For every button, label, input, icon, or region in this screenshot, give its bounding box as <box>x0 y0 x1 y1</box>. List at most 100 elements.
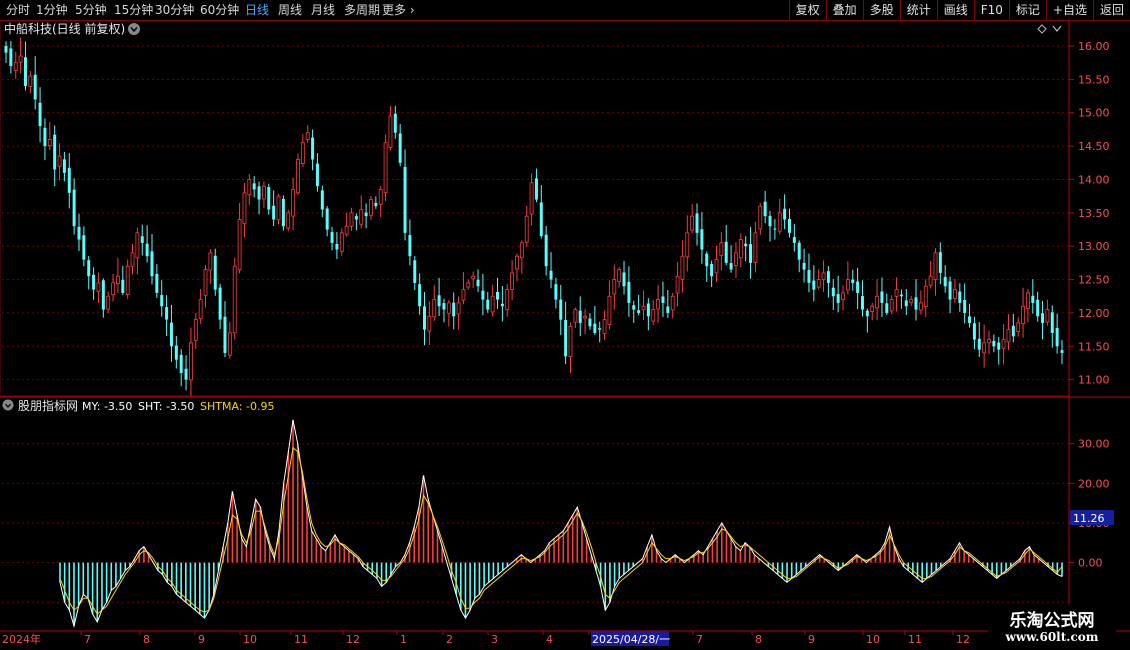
date-axis-label: 2 <box>446 633 453 646</box>
candle-body <box>446 302 451 314</box>
price-axis-label: 14.00 <box>1078 173 1110 186</box>
tab-7[interactable]: 周线 <box>278 2 302 18</box>
tab-5[interactable]: 60分钟 <box>200 2 239 18</box>
candle-body <box>564 320 568 357</box>
tab-9[interactable]: 多周期 <box>344 2 380 18</box>
toolbar-button-0[interactable]: 复权 <box>788 0 826 20</box>
toolbar-button-6[interactable]: 标记 <box>1008 0 1046 20</box>
candle-body <box>860 296 864 310</box>
candle-body <box>320 190 324 210</box>
candle-body <box>315 163 319 187</box>
candle-body <box>987 339 991 344</box>
chart-area[interactable]: 16.00 15.50 15.00 14.50 14.00 13.50 13.00 12.50… <box>0 21 1130 650</box>
candle-body <box>130 252 135 267</box>
candle-body <box>374 202 378 207</box>
candle-body <box>627 281 631 303</box>
candle-body <box>38 102 42 127</box>
candle-body <box>923 285 928 307</box>
candle-body <box>461 289 466 301</box>
candle-body <box>300 142 305 165</box>
candle-body <box>442 303 446 310</box>
toolbar-button-1[interactable]: 叠加 <box>825 0 863 20</box>
right-toolbar-buttons: 复权 叠加 多股 统计 画线 F10 标记 +自选 返回 <box>788 0 1130 20</box>
toolbar-button-7[interactable]: +自选 <box>1045 0 1093 20</box>
candle-body <box>150 251 154 277</box>
candle-body <box>505 289 510 311</box>
toolbar-button-4[interactable]: 画线 <box>936 0 974 20</box>
candle-body <box>851 279 855 283</box>
candle-body <box>296 159 300 194</box>
tab-2[interactable]: 5分钟 <box>75 2 107 18</box>
tab-1[interactable]: 1分钟 <box>36 2 68 18</box>
candle-body <box>807 270 811 283</box>
candle-body <box>549 270 553 280</box>
indicator-dropdown-icon[interactable] <box>2 399 14 411</box>
toolbar-button-5[interactable]: F10 <box>973 0 1009 20</box>
candle-body <box>184 368 188 380</box>
period-toolbar: 分时 1分钟 5分钟 15分钟 30分钟 60分钟 日线 周线 月线 多周期 更多 › 复权 叠加 多股… <box>0 0 1130 21</box>
tab-3[interactable]: 15分钟 <box>114 2 153 18</box>
candle-body <box>734 252 738 266</box>
candle-body <box>968 316 972 323</box>
candle-body <box>189 342 193 381</box>
candle-body <box>812 280 816 290</box>
candle-body <box>578 310 582 323</box>
candle-body <box>783 208 787 220</box>
main-grid: 16.00 15.50 15.00 14.50 14.00 13.50 13.00 12.50… <box>2 40 1110 387</box>
diamond-icon[interactable] <box>1037 24 1047 34</box>
candle-body <box>325 208 329 230</box>
cursor-value-label: 11.26 <box>1073 512 1105 525</box>
collapse-icon[interactable] <box>1052 25 1062 32</box>
candle-body <box>749 244 753 263</box>
tab-8[interactable]: 月线 <box>311 2 335 18</box>
candle-body <box>909 299 914 303</box>
candle-body <box>656 299 660 310</box>
candle-body <box>432 299 437 318</box>
toolbar-button-8[interactable]: 返回 <box>1092 0 1130 20</box>
date-axis-label: 9 <box>808 633 815 646</box>
dropdown-icon[interactable] <box>128 23 140 35</box>
candle-body <box>928 275 933 286</box>
candle-body <box>744 243 748 247</box>
tab-4[interactable]: 30分钟 <box>155 2 194 18</box>
candle-body <box>413 260 417 283</box>
candle-body <box>111 282 115 296</box>
toolbar-button-3[interactable]: 统计 <box>899 0 937 20</box>
price-axis-label: 15.50 <box>1078 73 1110 86</box>
tab-0[interactable]: 分时 <box>6 2 30 18</box>
candle-body <box>57 155 62 167</box>
candle-body <box>311 137 315 160</box>
candle-body <box>948 281 952 300</box>
candle-body <box>481 290 485 300</box>
candle-body <box>724 241 728 263</box>
indicator-axis-label: 30.00 <box>1078 438 1110 451</box>
date-axis-label: 11 <box>908 633 922 646</box>
main-title-group: 中船科技(日线 前复权) <box>4 21 140 36</box>
candle-body <box>393 113 397 133</box>
date-axis-label: 12 <box>346 633 360 646</box>
candle-body <box>349 212 354 227</box>
candle-body <box>963 299 967 313</box>
candle-body <box>87 260 91 277</box>
candle-body <box>889 299 894 312</box>
tab-10[interactable]: 更多 › <box>382 2 415 18</box>
candle-body <box>992 340 996 347</box>
candle-body <box>637 310 641 313</box>
candle-body <box>738 239 743 259</box>
candle-body <box>894 289 899 297</box>
candle-body <box>476 279 480 287</box>
candle-body <box>344 225 349 235</box>
candle-body <box>418 284 422 307</box>
watermark-title: 乐淘公式网 <box>1009 611 1095 631</box>
candle-body <box>792 237 796 243</box>
candle-body <box>958 291 962 303</box>
tab-6[interactable]: 日线 <box>245 2 269 18</box>
candle-body <box>612 279 617 295</box>
toolbar-button-2[interactable]: 多股 <box>862 0 900 20</box>
candle-body <box>646 303 650 317</box>
price-axis-label: 13.50 <box>1078 207 1110 220</box>
price-axis-label: 14.50 <box>1078 140 1110 153</box>
candle-body <box>452 302 456 317</box>
candlestick-series[interactable] <box>4 37 1064 396</box>
candle-body <box>9 48 13 67</box>
